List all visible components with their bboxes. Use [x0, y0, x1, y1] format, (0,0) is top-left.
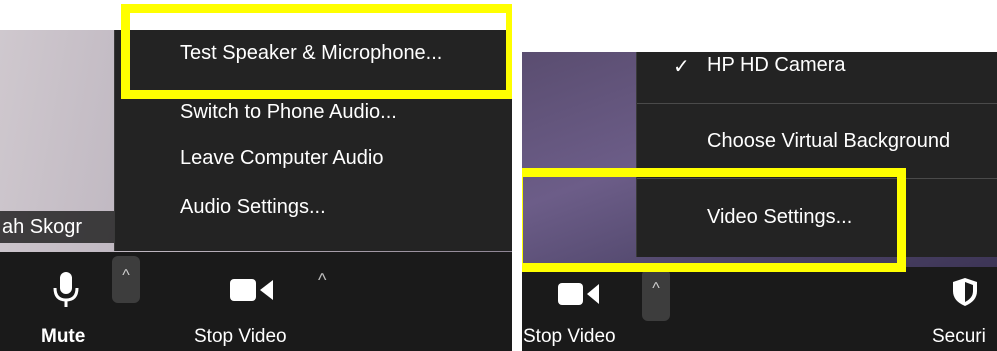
meeting-toolbar: Stop Video ^ Securi — [522, 267, 997, 351]
microphone-icon — [53, 272, 79, 307]
mute-label: Mute — [41, 326, 86, 347]
audio-options-button[interactable]: ^ — [112, 256, 140, 303]
video-camera-icon — [558, 283, 599, 305]
audio-menu-screenshot: ah Skogr Test Speaker & Microphone... Sw… — [0, 0, 512, 351]
menu-item-leave-computer-audio[interactable]: Leave Computer Audio — [180, 147, 512, 170]
shield-icon — [953, 278, 977, 306]
menu-item-hp-hd-camera[interactable]: HP HD Camera — [707, 54, 997, 77]
stop-video-label: Stop Video — [523, 326, 616, 347]
menu-item-audio-settings[interactable]: Audio Settings... — [180, 196, 512, 219]
video-options-chevron-icon[interactable]: ^ — [318, 270, 326, 291]
video-options-button[interactable]: ^ — [642, 269, 670, 321]
menu-item-choose-virtual-background[interactable]: Choose Virtual Background — [707, 130, 997, 153]
stop-video-label: Stop Video — [194, 326, 287, 347]
mute-button[interactable]: Mute — [30, 260, 102, 351]
menu-divider — [637, 103, 997, 104]
chevron-up-icon: ^ — [652, 280, 660, 297]
video-camera-icon — [230, 279, 273, 301]
checkmark-icon: ✓ — [673, 56, 690, 78]
stop-video-button[interactable]: Stop Video — [522, 267, 634, 351]
video-menu-screenshot: ✓ HP HD Camera Choose Virtual Background… — [522, 0, 997, 351]
meeting-toolbar: Mute ^ Stop Video ^ — [0, 252, 512, 351]
participant-name-tag: ah Skogr — [0, 211, 116, 243]
highlight-video-settings — [522, 168, 906, 272]
security-label: Securi — [932, 326, 986, 347]
chevron-up-icon: ^ — [122, 267, 130, 284]
menu-item-switch-to-phone-audio[interactable]: Switch to Phone Audio... — [180, 101, 512, 124]
highlight-test-speaker — [121, 4, 512, 99]
stop-video-button[interactable]: Stop Video — [190, 260, 315, 351]
security-button[interactable]: Securi — [922, 267, 997, 351]
